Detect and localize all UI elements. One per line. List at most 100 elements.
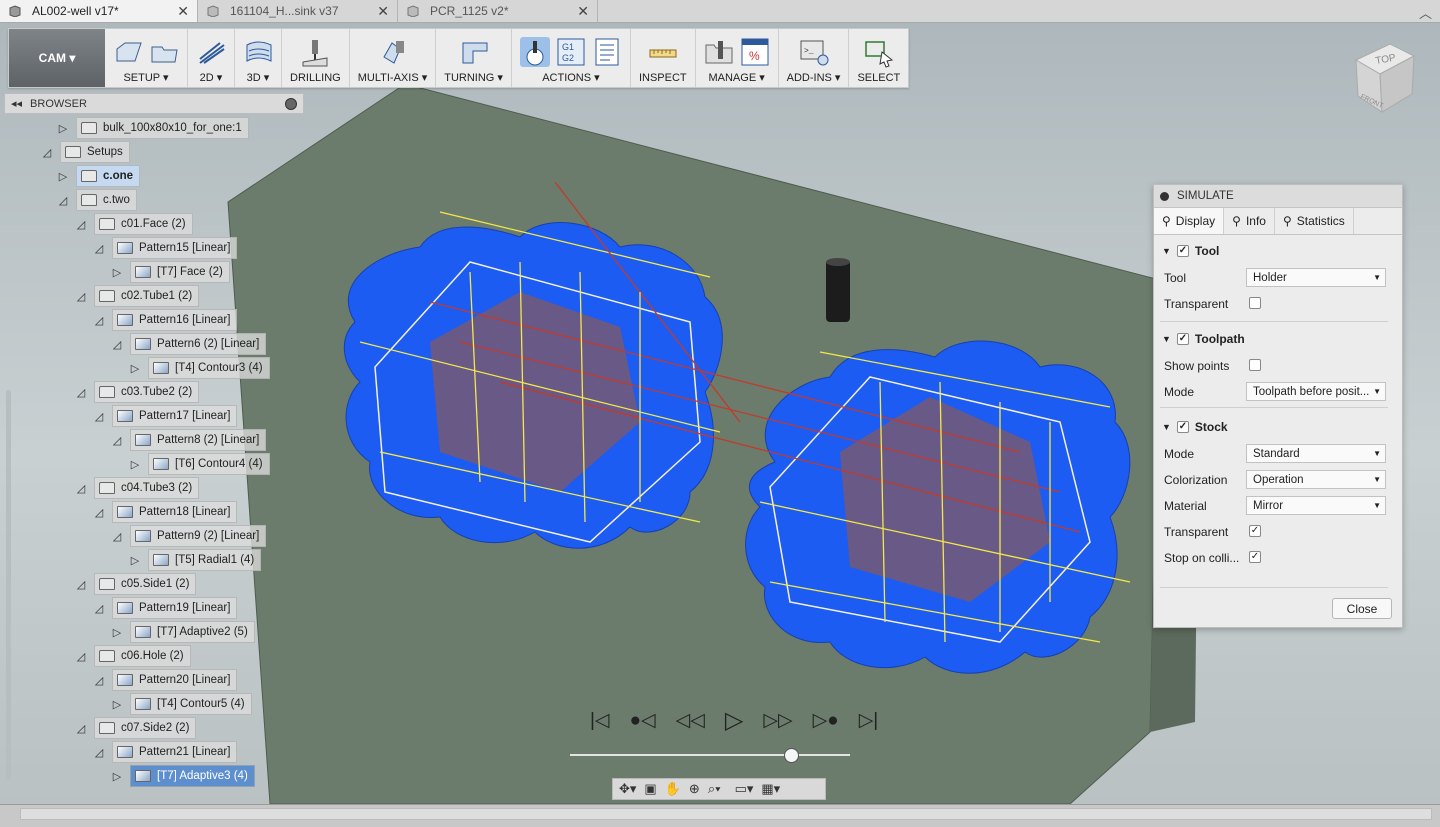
document-tab[interactable]: AL002-well v17* ✕ (0, 0, 198, 22)
browser-node-chip[interactable]: [T4] Contour5 (4) (130, 693, 252, 715)
browser-node-chip[interactable]: [T5] Radial1 (4) (148, 549, 262, 571)
collapse-triangle-icon[interactable]: ◿ (40, 145, 54, 159)
collapse-browser-icon[interactable]: ◂◂ (11, 97, 22, 110)
browser-node-chip[interactable]: Setups (60, 141, 130, 163)
browser-node[interactable]: ◿ Pattern16 [Linear] (92, 309, 238, 331)
simulation-timeline[interactable] (570, 754, 850, 756)
browser-node-chip[interactable]: c03.Tube2 (2) (94, 381, 200, 403)
expand-triangle-icon[interactable]: ▷ (56, 121, 70, 135)
browser-node-chip[interactable]: [T6] Contour4 (4) (148, 453, 270, 475)
toolbar-group-inspect[interactable]: INSPECT (631, 29, 696, 87)
collapse-triangle-icon[interactable]: ◿ (74, 385, 88, 399)
browser-node-chip[interactable]: Pattern19 [Linear] (112, 597, 238, 619)
browser-scrollbar[interactable] (6, 390, 11, 780)
browser-node-chip[interactable]: c06.Hole (2) (94, 645, 191, 667)
browser-node[interactable]: ◿ Pattern18 [Linear] (92, 501, 238, 523)
multi-axis-icon[interactable] (378, 37, 408, 67)
previous-operation-icon[interactable]: ●◁ (630, 709, 656, 732)
expand-triangle-icon[interactable]: ▼ (1162, 334, 1171, 344)
collapse-triangle-icon[interactable]: ◿ (56, 193, 70, 207)
horizontal-scrollbar[interactable] (20, 808, 1432, 820)
simulate-icon[interactable] (519, 37, 550, 67)
browser-header[interactable]: ◂◂ BROWSER (4, 93, 304, 114)
browser-node[interactable]: ▷ [T7] Face (2) (110, 261, 230, 283)
close-tab-icon[interactable]: ✕ (177, 3, 189, 20)
workspace-switcher[interactable]: CAM ▾ (9, 29, 105, 87)
grid-icon[interactable]: ▦▾ (761, 781, 780, 797)
collapse-triangle-icon[interactable]: ◿ (92, 409, 106, 423)
collapse-triangle-icon[interactable]: ◿ (74, 721, 88, 735)
stock-transparent-checkbox[interactable]: ✓ (1249, 525, 1261, 537)
collapse-triangle-icon[interactable]: ◿ (74, 481, 88, 495)
browser-node[interactable]: ◿ c02.Tube1 (2) (74, 285, 200, 307)
toolbar-group-add-ins[interactable]: >_ ADD-INS ▾ (779, 29, 850, 87)
collapse-triangle-icon[interactable]: ◿ (110, 529, 124, 543)
post-library-icon[interactable]: % (740, 37, 770, 67)
browser-node[interactable]: ◿ c07.Side2 (2) (74, 717, 197, 739)
play-icon[interactable]: ▷ (725, 706, 743, 735)
collapse-triangle-icon[interactable]: ◿ (92, 241, 106, 255)
collapse-triangle-icon[interactable]: ◿ (92, 313, 106, 327)
collapse-chevron-icon[interactable]: ︿ (1419, 3, 1432, 22)
drill-icon[interactable] (300, 38, 330, 68)
stock-mode-dropdown[interactable]: Standard ▼ (1246, 444, 1386, 463)
browser-node[interactable]: ▷ [T7] Adaptive2 (5) (110, 621, 255, 643)
tool-section-checkbox[interactable]: ✓ (1176, 245, 1189, 257)
step-forward-icon[interactable]: ▷▷ (763, 709, 792, 732)
colorization-dropdown[interactable]: Operation ▼ (1246, 470, 1386, 489)
browser-node[interactable]: ▷ [T5] Radial1 (4) (128, 549, 262, 571)
look-at-icon[interactable]: ▣ (644, 781, 656, 797)
browser-node[interactable]: ◿ Setups (40, 141, 130, 163)
zoom-icon[interactable]: ⊕ (689, 781, 700, 797)
browser-node-chip[interactable]: Pattern18 [Linear] (112, 501, 238, 523)
browser-node[interactable]: ◿ c05.Side1 (2) (74, 573, 197, 595)
browser-node-chip[interactable]: [T7] Face (2) (130, 261, 230, 283)
browser-node-chip[interactable]: [T7] Adaptive2 (5) (130, 621, 255, 643)
collapse-triangle-icon[interactable]: ◿ (74, 289, 88, 303)
3d-icon[interactable] (243, 37, 273, 67)
browser-node[interactable]: ◿ c06.Hole (2) (74, 645, 191, 667)
tool-library-icon[interactable] (704, 37, 734, 67)
browser-node-chip[interactable]: c02.Tube1 (2) (94, 285, 200, 307)
toolbar-group-actions[interactable]: G1 G2 ACTIONS ▾ (512, 29, 631, 87)
expand-triangle-icon[interactable]: ▷ (128, 361, 142, 375)
browser-node-chip[interactable]: [T4] Contour3 (4) (148, 357, 270, 379)
go-to-start-icon[interactable]: |◁ (590, 709, 610, 732)
timeline-handle[interactable] (784, 748, 799, 763)
setup-sheet-icon[interactable] (592, 37, 622, 67)
browser-node[interactable]: ◿ Pattern6 (2) [Linear] (110, 333, 267, 355)
expand-triangle-icon[interactable]: ▼ (1162, 422, 1171, 432)
browser-node-chip[interactable]: c.two (76, 189, 137, 211)
toolbar-group-manage[interactable]: % MANAGE ▾ (696, 29, 779, 87)
browser-node-chip[interactable]: bulk_100x80x10_for_one:1 (76, 117, 249, 139)
document-tab[interactable]: PCR_1125 v2* ✕ (398, 0, 598, 22)
toolbar-group-drilling[interactable]: DRILLING (282, 29, 350, 87)
toolpath-mode-dropdown[interactable]: Toolpath before posit... ▼ (1246, 382, 1386, 401)
browser-node-chip[interactable]: [T7] Adaptive3 (4) (130, 765, 255, 787)
browser-node-chip[interactable]: c07.Side2 (2) (94, 717, 197, 739)
collapse-triangle-icon[interactable]: ◿ (92, 601, 106, 615)
tool-dropdown[interactable]: Holder ▼ (1246, 268, 1386, 287)
collapse-triangle-icon[interactable]: ◿ (110, 433, 124, 447)
expand-triangle-icon[interactable]: ▼ (1162, 246, 1171, 256)
fit-icon[interactable]: ⌕▾ (708, 781, 721, 797)
browser-node-chip[interactable]: Pattern15 [Linear] (112, 237, 238, 259)
minimize-icon[interactable] (1160, 191, 1169, 201)
browser-node-chip[interactable]: c01.Face (2) (94, 213, 193, 235)
collapse-triangle-icon[interactable]: ◿ (74, 217, 88, 231)
browser-node[interactable]: ◿ c04.Tube3 (2) (74, 477, 200, 499)
browser-node[interactable]: ◿ Pattern15 [Linear] (92, 237, 238, 259)
browser-node[interactable]: ◿ c03.Tube2 (2) (74, 381, 200, 403)
toolbar-group-setup[interactable]: SETUP ▾ (105, 29, 188, 87)
browser-node[interactable]: ▷ [T4] Contour5 (4) (110, 693, 252, 715)
browser-node-chip[interactable]: c05.Side1 (2) (94, 573, 197, 595)
material-dropdown[interactable]: Mirror ▼ (1246, 496, 1386, 515)
collapse-triangle-icon[interactable]: ◿ (92, 505, 106, 519)
collapse-triangle-icon[interactable]: ◿ (92, 673, 106, 687)
browser-options-icon[interactable] (285, 97, 297, 110)
stock-section-header[interactable]: ▼ ✓ Stock (1162, 420, 1228, 434)
expand-triangle-icon[interactable]: ▷ (56, 169, 70, 183)
toolbar-group-2d[interactable]: 2D ▾ (188, 29, 235, 87)
browser-node-chip[interactable]: Pattern16 [Linear] (112, 309, 238, 331)
browser-node-chip[interactable]: Pattern9 (2) [Linear] (130, 525, 267, 547)
